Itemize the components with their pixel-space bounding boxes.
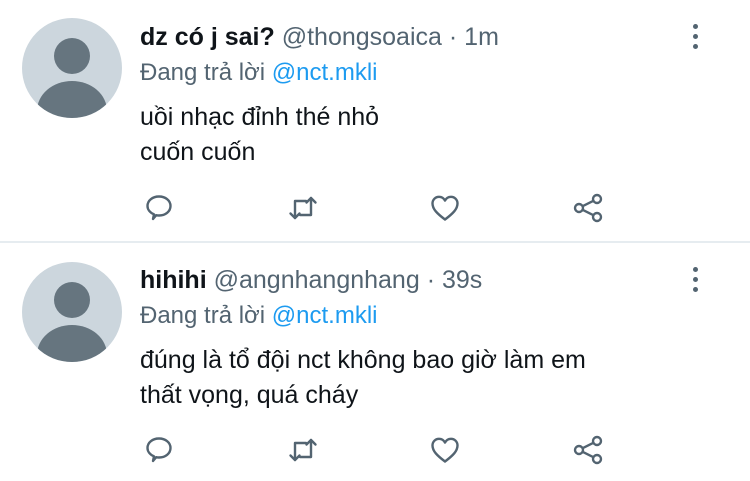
separator-dot: · xyxy=(448,23,458,51)
separator-dot: · xyxy=(426,266,436,294)
tweet-text-line: cuốn cuốn xyxy=(140,138,256,166)
display-name[interactable]: dz có j sai? xyxy=(140,23,275,51)
retweet-icon[interactable] xyxy=(283,430,323,470)
replying-to-label: Đang trả lời xyxy=(140,302,266,329)
tweet-text-line: đúng là tổ đội nct không bao giờ làm em xyxy=(140,346,586,374)
user-handle[interactable]: @thongsoaica xyxy=(282,23,442,51)
comment-icon[interactable] xyxy=(139,430,179,470)
timestamp[interactable]: 1m xyxy=(464,23,499,51)
like-icon[interactable] xyxy=(425,188,465,228)
tweet[interactable]: dz có j sai? @thongsoaica · 1m Đang trả … xyxy=(0,0,750,242)
action-bar xyxy=(0,430,750,470)
share-icon[interactable] xyxy=(568,430,608,470)
replying-to-label: Đang trả lời xyxy=(140,59,266,86)
tweet-text-line: uồi nhạc đỉnh thé nhỏ xyxy=(140,103,380,131)
share-icon[interactable] xyxy=(568,188,608,228)
tweet-text: uồi nhạc đỉnh thé nhỏ cuốn cuốn xyxy=(140,100,720,170)
timestamp[interactable]: 39s xyxy=(442,266,482,294)
like-icon[interactable] xyxy=(425,430,465,470)
comment-icon[interactable] xyxy=(139,188,179,228)
tweet-header: hihihi @angnhangnhang · 39s xyxy=(140,263,482,297)
replying-to: Đang trả lời @nct.mkli xyxy=(140,301,378,331)
avatar-head xyxy=(54,282,90,318)
reply-mention-link[interactable]: @nct.mkli xyxy=(272,59,378,86)
tweet-feed: dz có j sai? @thongsoaica · 1m Đang trả … xyxy=(0,0,750,481)
retweet-icon[interactable] xyxy=(283,188,323,228)
tweet-header: dz có j sai? @thongsoaica · 1m xyxy=(140,20,499,54)
avatar[interactable] xyxy=(22,262,122,362)
tweet-text-line: thất vọng, quá cháy xyxy=(140,381,359,409)
tweet-text: đúng là tổ đội nct không bao giờ làm em … xyxy=(140,343,720,413)
user-handle[interactable]: @angnhangnhang xyxy=(214,266,420,294)
avatar[interactable] xyxy=(22,18,122,118)
more-icon[interactable] xyxy=(684,22,708,52)
avatar-body xyxy=(37,325,107,362)
display-name[interactable]: hihihi xyxy=(140,266,207,294)
more-icon[interactable] xyxy=(684,265,708,295)
action-bar xyxy=(0,188,750,228)
replying-to: Đang trả lời @nct.mkli xyxy=(140,58,378,88)
avatar-body xyxy=(37,81,107,118)
reply-mention-link[interactable]: @nct.mkli xyxy=(272,302,378,329)
avatar-head xyxy=(54,38,90,74)
tweet[interactable]: hihihi @angnhangnhang · 39s Đang trả lời… xyxy=(0,243,750,481)
